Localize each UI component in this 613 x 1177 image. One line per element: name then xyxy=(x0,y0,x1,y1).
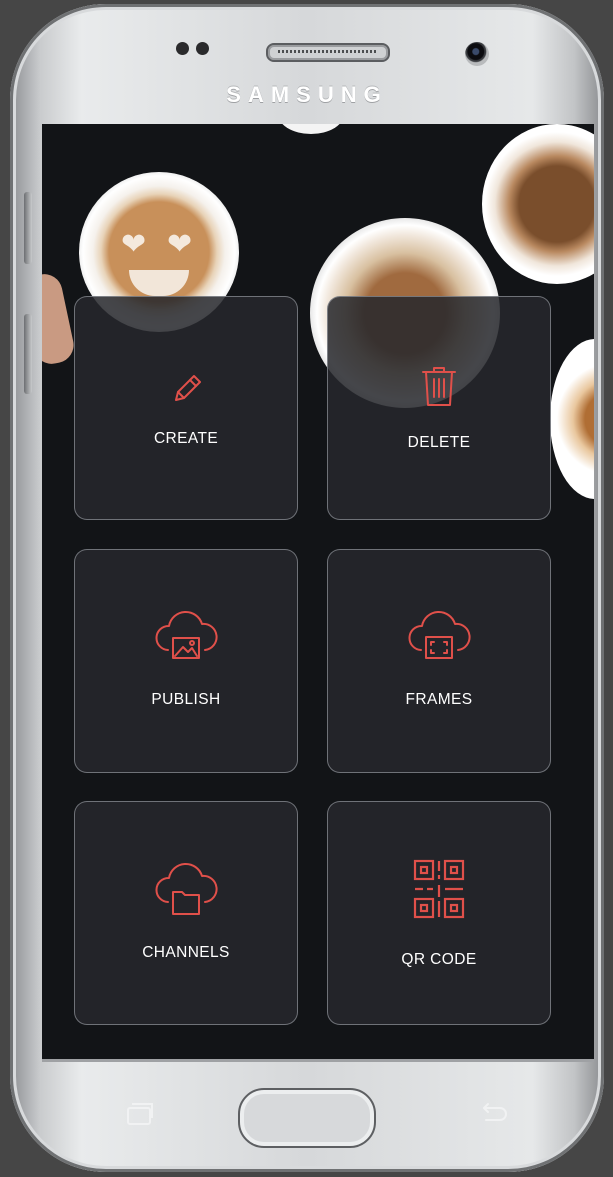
background-cup xyxy=(278,124,344,134)
cloud-folder-icon xyxy=(155,862,218,915)
earpiece-speaker xyxy=(266,43,390,62)
delete-label: DELETE xyxy=(407,434,471,451)
create-tile[interactable]: CREATE xyxy=(74,296,298,520)
trash-icon xyxy=(422,367,456,406)
publish-label: PUBLISH xyxy=(151,691,221,708)
background-cup xyxy=(482,124,594,284)
app-screen: ❤ ❤ CREATE DELETE PUBLISH FRAMES CHANNEL… xyxy=(42,124,594,1059)
cloud-frame-icon xyxy=(408,610,471,659)
volume-up-button xyxy=(24,192,32,264)
frames-tile[interactable]: FRAMES xyxy=(327,549,551,773)
sensor-dot-right xyxy=(196,42,209,55)
brand-logo: SAMSUNG xyxy=(226,82,388,107)
qr-code-icon xyxy=(413,859,465,919)
frames-label: FRAMES xyxy=(405,691,473,708)
create-label: CREATE xyxy=(153,430,219,447)
qr-code-tile[interactable]: QR CODE xyxy=(327,801,551,1025)
delete-tile[interactable]: DELETE xyxy=(327,296,551,520)
pencil-icon xyxy=(175,375,201,401)
sensor-dot-left xyxy=(176,42,189,55)
volume-down-button xyxy=(24,314,32,394)
channels-label: CHANNELS xyxy=(142,944,230,961)
background-cup xyxy=(550,339,594,499)
screen-bottom-edge xyxy=(42,1059,594,1062)
front-camera-icon xyxy=(465,42,489,66)
cloud-image-icon xyxy=(155,610,218,659)
qr-code-label: QR CODE xyxy=(401,951,477,968)
recent-apps-icon[interactable] xyxy=(122,1100,156,1126)
home-button[interactable] xyxy=(238,1088,376,1148)
back-icon[interactable] xyxy=(476,1100,510,1126)
publish-tile[interactable]: PUBLISH xyxy=(74,549,298,773)
channels-tile[interactable]: CHANNELS xyxy=(74,801,298,1025)
background-hand xyxy=(42,270,77,368)
